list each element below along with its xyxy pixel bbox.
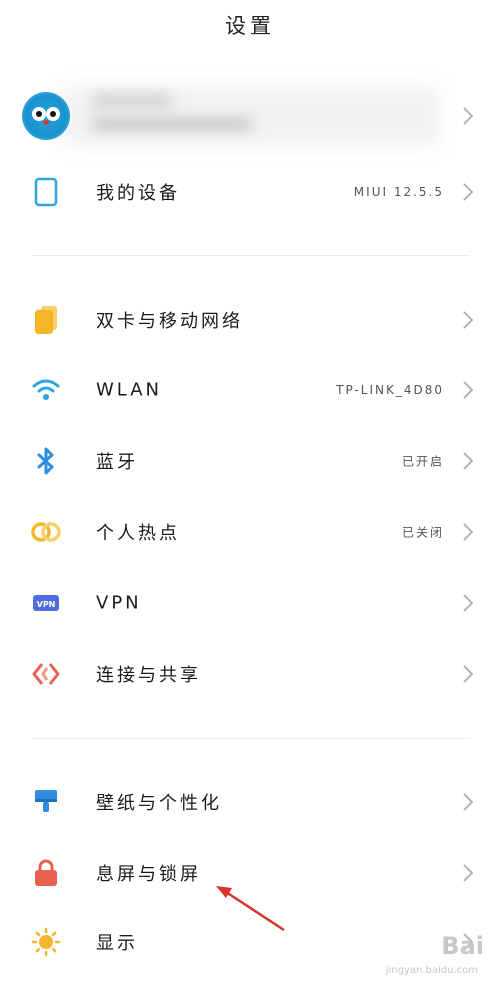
baidu-watermark-url: jingyan.baidu.com [385,965,478,976]
annotation-arrow-icon [216,886,285,932]
baidu-watermark: Bai [441,932,484,960]
